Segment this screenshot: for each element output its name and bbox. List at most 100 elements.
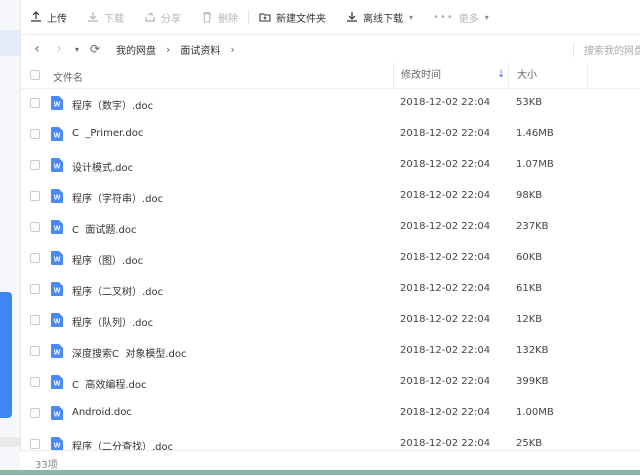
table-row[interactable]: W C _Primer.doc 2018-12-02 22:04 1.46MB: [20, 119, 640, 150]
desktop-taskbar-strip: [0, 470, 640, 475]
more-button[interactable]: ••• 更多 ▾: [423, 0, 499, 34]
file-name[interactable]: 程序（二分查找）.doc: [72, 438, 173, 450]
file-name[interactable]: Android.doc: [72, 407, 132, 418]
row-checkbox[interactable]: [30, 439, 40, 449]
download-button[interactable]: 下载: [77, 0, 134, 34]
sidebar-scroll-track: [0, 437, 20, 447]
file-time: 2018-12-02 22:04: [400, 314, 491, 325]
file-time: 2018-12-02 22:04: [400, 283, 491, 294]
word-doc-icon: W: [51, 313, 63, 327]
word-doc-icon: W: [51, 189, 63, 203]
file-size: 98KB: [516, 190, 543, 201]
column-header-name[interactable]: 文件名: [53, 69, 83, 84]
row-checkbox[interactable]: [30, 129, 40, 139]
row-checkbox[interactable]: [30, 284, 40, 294]
file-size: 399KB: [516, 376, 549, 387]
row-checkbox[interactable]: [30, 315, 40, 325]
svg-text:W: W: [54, 195, 61, 202]
row-checkbox[interactable]: [30, 408, 40, 418]
share-button[interactable]: 分享: [134, 0, 191, 34]
file-size: 1.00MB: [516, 407, 554, 418]
file-name[interactable]: 程序（数字）.doc: [72, 97, 153, 112]
row-checkbox[interactable]: [30, 160, 40, 170]
sidebar-selected-item[interactable]: [0, 30, 20, 56]
history-dropdown-icon[interactable]: ▾: [70, 45, 84, 54]
file-time: 2018-12-02 22:04: [400, 190, 491, 201]
table-header: 文件名 修改时间 ↓ 大小: [20, 63, 640, 89]
column-header-size[interactable]: 大小: [508, 63, 588, 88]
file-name[interactable]: 程序（二叉树）.doc: [72, 283, 163, 298]
word-doc-icon: W: [51, 158, 63, 172]
table-row[interactable]: W 设计模式.doc 2018-12-02 22:04 1.07MB: [20, 150, 640, 181]
file-size: 60KB: [516, 252, 543, 263]
table-row[interactable]: W 程序（二分查找）.doc 2018-12-02 22:04 25KB: [20, 429, 640, 450]
file-name[interactable]: C _Primer.doc: [72, 128, 143, 139]
select-all-checkbox[interactable]: [30, 70, 40, 80]
refresh-icon[interactable]: ⟳: [84, 42, 106, 56]
delete-button[interactable]: 删除: [191, 0, 248, 34]
upload-icon: [31, 11, 41, 22]
chevron-down-icon: ▾: [484, 12, 489, 22]
file-time: 2018-12-02 22:04: [400, 438, 491, 449]
word-doc-icon: W: [51, 406, 63, 420]
download-icon: [88, 12, 98, 22]
column-header-time[interactable]: 修改时间: [393, 63, 507, 88]
more-label: 更多: [458, 13, 479, 25]
new-folder-button[interactable]: 新建文件夹: [249, 0, 336, 34]
chevron-down-icon: ▾: [409, 12, 414, 22]
left-sidebar: [0, 0, 21, 475]
table-row[interactable]: W 程序（队列）.doc 2018-12-02 22:04 12KB: [20, 305, 640, 336]
file-time: 2018-12-02 22:04: [400, 407, 491, 418]
item-count: 33项: [35, 460, 58, 471]
file-name[interactable]: 设计模式.doc: [72, 159, 133, 174]
file-name[interactable]: 程序（字符串）.doc: [72, 190, 163, 205]
table-row[interactable]: W 程序（数字）.doc 2018-12-02 22:04 53KB: [20, 88, 640, 119]
file-size: 53KB: [516, 97, 543, 108]
word-doc-icon: W: [51, 375, 63, 389]
sort-down-icon[interactable]: ↓: [497, 69, 505, 80]
sidebar-blue-panel[interactable]: [0, 292, 12, 418]
file-name[interactable]: 程序（图）.doc: [72, 252, 143, 267]
table-row[interactable]: W 程序（字符串）.doc 2018-12-02 22:04 98KB: [20, 181, 640, 212]
table-row[interactable]: W C 高效编程.doc 2018-12-02 22:04 399KB: [20, 367, 640, 398]
word-doc-icon: W: [51, 220, 63, 234]
word-doc-icon: W: [51, 344, 63, 358]
svg-text:W: W: [54, 164, 61, 171]
breadcrumb-separator-icon: ›: [166, 42, 171, 56]
table-row[interactable]: W 程序（图）.doc 2018-12-02 22:04 60KB: [20, 243, 640, 274]
table-row[interactable]: W 深度搜索C 对象模型.doc 2018-12-02 22:04 132KB: [20, 336, 640, 367]
table-row[interactable]: W Android.doc 2018-12-02 22:04 1.00MB: [20, 398, 640, 429]
row-checkbox[interactable]: [30, 377, 40, 387]
row-checkbox[interactable]: [30, 222, 40, 232]
download-label: 下载: [104, 13, 124, 25]
svg-text:W: W: [54, 226, 61, 233]
file-time: 2018-12-02 22:04: [400, 97, 491, 108]
file-name[interactable]: C 高效编程.doc: [72, 376, 146, 391]
breadcrumb-my-drive[interactable]: 我的网盘: [116, 42, 156, 57]
delete-label: 删除: [218, 13, 238, 25]
file-time: 2018-12-02 22:04: [400, 252, 491, 263]
forward-icon[interactable]: ›: [48, 41, 70, 57]
breadcrumb-interview-materials[interactable]: 面试资料: [180, 42, 220, 57]
back-icon[interactable]: ‹: [26, 41, 48, 57]
file-name[interactable]: 深度搜索C 对象模型.doc: [72, 345, 186, 360]
row-checkbox[interactable]: [30, 346, 40, 356]
upload-button[interactable]: 上传: [20, 0, 77, 34]
file-size: 132KB: [516, 345, 549, 356]
new-folder-label: 新建文件夹: [276, 13, 326, 25]
file-time: 2018-12-02 22:04: [400, 345, 491, 356]
table-row[interactable]: W 程序（二叉树）.doc 2018-12-02 22:04 61KB: [20, 274, 640, 305]
navigation-bar: ‹ › ▾ ⟳ 我的网盘 › 面试资料 › 搜索我的网盘: [20, 35, 640, 63]
file-name[interactable]: C 面试题.doc: [72, 221, 136, 236]
breadcrumb-separator-icon: ›: [230, 42, 235, 56]
file-name[interactable]: 程序（队列）.doc: [72, 314, 153, 329]
row-checkbox[interactable]: [30, 191, 40, 201]
svg-text:W: W: [54, 257, 61, 264]
table-row[interactable]: W C 面试题.doc 2018-12-02 22:04 237KB: [20, 212, 640, 243]
search-input[interactable]: 搜索我的网盘: [573, 42, 640, 57]
offline-download-label: 离线下载: [363, 13, 403, 25]
file-size: 1.46MB: [516, 128, 554, 139]
row-checkbox[interactable]: [30, 253, 40, 263]
row-checkbox[interactable]: [30, 98, 40, 108]
offline-download-button[interactable]: 离线下载 ▾: [336, 0, 423, 34]
